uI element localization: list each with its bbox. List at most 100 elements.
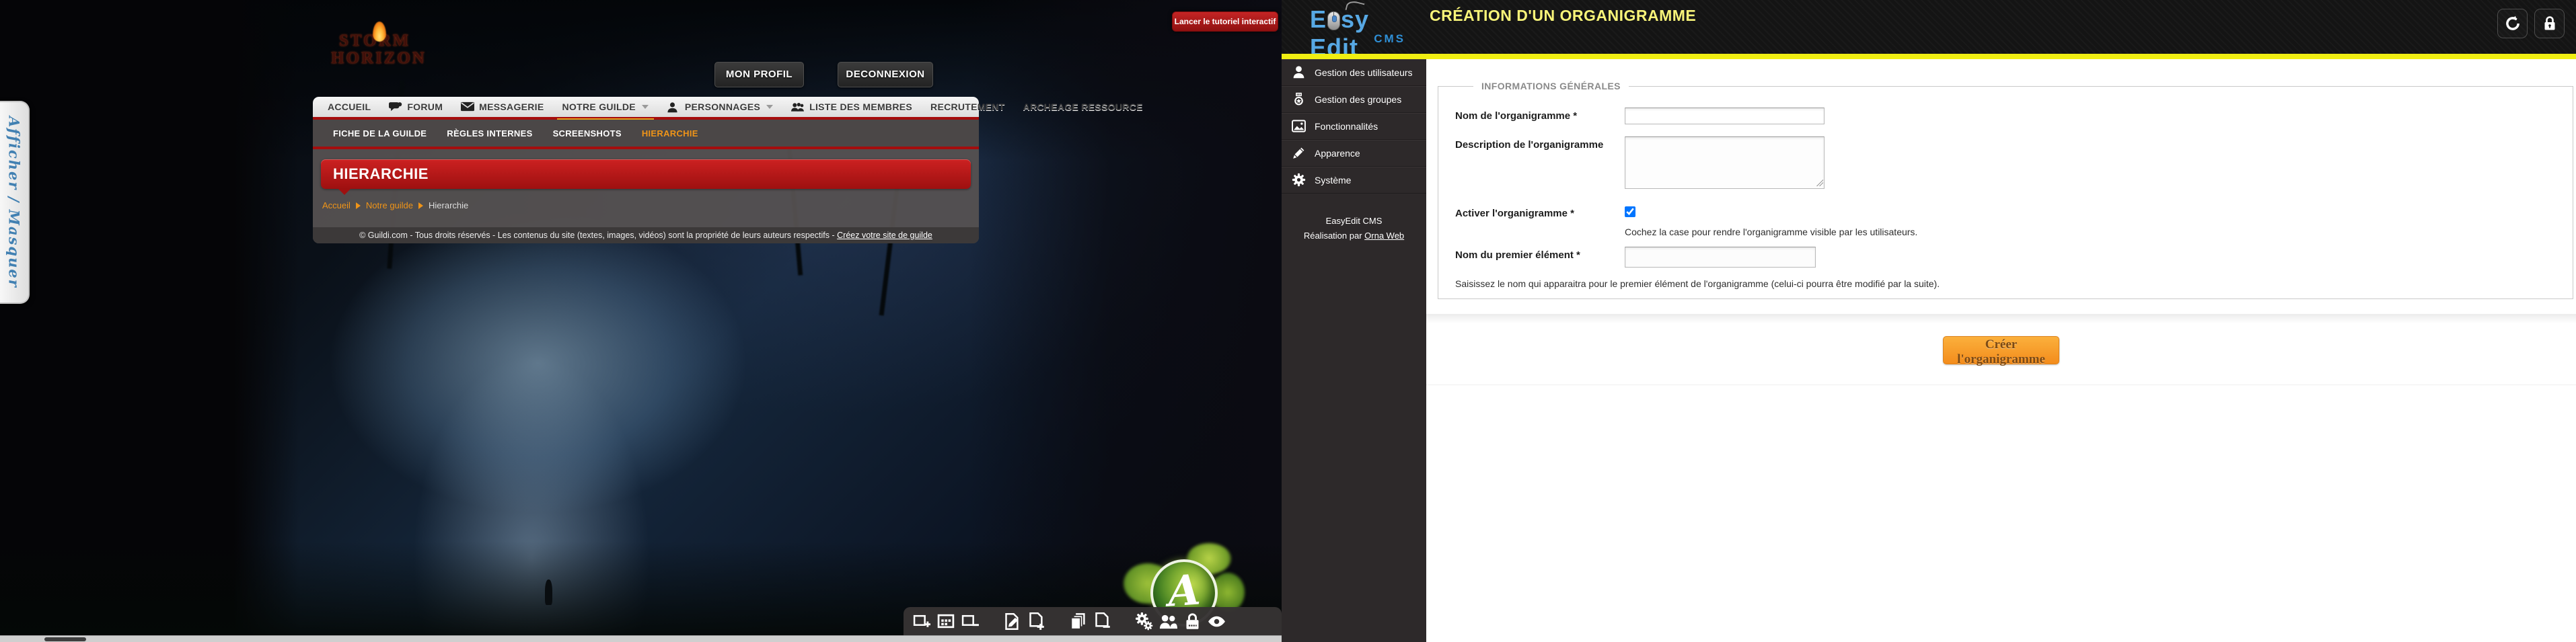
lock-button[interactable] — [2534, 9, 2565, 38]
page-edit-icon[interactable] — [1003, 612, 1021, 631]
org-desc-label: Description de l'organigramme — [1455, 139, 1604, 151]
pages-copy-icon[interactable] — [1069, 612, 1087, 631]
sidebar-item-fonctionnalites[interactable]: Fonctionnalités — [1282, 113, 1426, 140]
subnav-regles-internes[interactable]: RÈGLES INTERNES — [447, 128, 532, 138]
form-actions: Créer l'organigramme — [1426, 314, 2576, 385]
subnav-hierarchie[interactable]: HIERARCHIE — [642, 128, 698, 138]
chevron-down-icon — [766, 105, 774, 109]
form-row-description: Description de l'organigramme — [1455, 136, 2573, 189]
breadcrumb-home-link[interactable]: Accueil — [322, 200, 351, 210]
nav-item-liste-des-membres[interactable]: LISTE DES MEMBRES — [791, 95, 912, 118]
admin-sidebar: Gestion des utilisateurs Gestion des gro… — [1282, 59, 1426, 642]
refresh-button[interactable] — [2497, 9, 2528, 38]
create-org-button[interactable]: Créer l'organigramme — [1943, 336, 2059, 366]
page-title-banner: HIERARCHIE — [321, 159, 971, 189]
nav-item-accueil[interactable]: ACCUEIL — [328, 95, 371, 118]
first-element-input[interactable] — [1625, 247, 1816, 268]
my-profile-button[interactable]: MON PROFIL — [714, 62, 804, 87]
scrollbar-thumb[interactable] — [44, 637, 86, 641]
org-name-label: Nom de l'organigramme * — [1455, 110, 1578, 122]
editor-toolbar — [904, 607, 1282, 635]
banner-pointer — [338, 189, 351, 195]
breadcrumb-section-link[interactable]: Notre guilde — [366, 200, 413, 210]
people-icon — [791, 102, 805, 112]
guild-logo-line2: HORIZON — [331, 49, 427, 67]
first-element-label: Nom du premier élément * — [1455, 249, 1580, 261]
nav-item-messagerie[interactable]: MESSAGERIE — [461, 95, 544, 118]
zone-remove-icon[interactable] — [961, 612, 980, 631]
guild-logo: STORM HORIZON — [331, 22, 445, 75]
sidebar-item-gestion-utilisateurs[interactable]: Gestion des utilisateurs — [1282, 59, 1426, 86]
nav-item-forum[interactable]: FORUM — [389, 95, 443, 118]
admin-header: Esy Edit CMS CRÉATION D'UN ORGANIGRAMME — [1282, 0, 2576, 61]
show-hide-toggle-tab[interactable]: Afficher / Masquer — [0, 101, 30, 304]
users-icon[interactable] — [1159, 612, 1177, 631]
person-icon — [667, 102, 680, 113]
sidebar-item-apparence[interactable]: Apparence — [1282, 140, 1426, 167]
org-desc-textarea[interactable] — [1625, 136, 1825, 189]
image-icon — [1292, 119, 1306, 133]
sidebar-item-systeme[interactable]: Système — [1282, 167, 1426, 194]
nav-item-personnages[interactable]: PERSONNAGES — [667, 95, 774, 118]
refresh-icon — [2505, 15, 2519, 30]
eye-icon[interactable] — [1208, 612, 1226, 631]
general-info-fieldset: INFORMATIONS GÉNÉRALES Nom de l'organigr… — [1438, 81, 2573, 299]
org-active-checkbox[interactable] — [1625, 206, 1635, 217]
flame-icon — [373, 22, 386, 42]
subnav-fiche-de-la-guilde[interactable]: FICHE DE LA GUILDE — [333, 128, 427, 138]
sidebar-item-gestion-groupes[interactable]: Gestion des groupes — [1282, 86, 1426, 113]
mouse-icon — [1327, 11, 1341, 30]
envelope-icon — [461, 102, 475, 112]
page-add-icon[interactable] — [1027, 612, 1045, 631]
nav-item-notre-guilde[interactable]: NOTRE GUILDE — [556, 95, 655, 121]
org-active-label: Activer l'organigramme * — [1455, 208, 1574, 219]
gears-icon[interactable] — [1135, 612, 1153, 631]
character-silhouette — [545, 579, 552, 605]
logout-button[interactable]: DECONNEXION — [838, 62, 933, 87]
nav-item-recrutement[interactable]: RECRUTEMENT — [930, 95, 1005, 118]
org-active-help: Cochez la case pour rendre l'organigramm… — [1625, 227, 1918, 237]
fieldset-legend: INFORMATIONS GÉNÉRALES — [1481, 81, 1621, 91]
easyedit-logo-sub: CMS — [1374, 32, 1405, 45]
org-name-input[interactable] — [1625, 108, 1825, 124]
site-sub-nav: FICHE DE LA GUILDE RÈGLES INTERNES SCREE… — [313, 120, 979, 149]
admin-panel-region: Esy Edit CMS CRÉATION D'UN ORGANIGRAMME … — [1282, 0, 2576, 642]
chat-icon — [389, 102, 402, 112]
form-row-active: Activer l'organigramme * Cochez la case … — [1455, 205, 2573, 237]
breadcrumb-current: Hierarchie — [429, 200, 469, 210]
breadcrumb-arrow-icon — [355, 202, 361, 209]
horizontal-scrollbar[interactable] — [0, 635, 1282, 642]
site-main-nav: ACCUEIL FORUM MESSAGERIE NOTRE GUILDE PE… — [313, 95, 1142, 121]
sidebar-footer-line1: EasyEdit CMS — [1325, 216, 1383, 226]
admin-content: INFORMATIONS GÉNÉRALES Nom de l'organigr… — [1426, 59, 2576, 642]
admin-page-title: CRÉATION D'UN ORGANIGRAMME — [1430, 7, 1697, 24]
lock-icon — [2544, 16, 2554, 30]
medal-icon — [1292, 92, 1306, 106]
guild-logo-line1: STORM — [339, 32, 411, 50]
user-icon — [1292, 65, 1306, 79]
orna-web-link[interactable]: Orna Web — [1364, 231, 1404, 241]
page-remove-icon[interactable] — [1093, 612, 1111, 631]
archeage-letter: A — [1166, 565, 1202, 616]
zone-add-icon[interactable] — [913, 612, 931, 631]
site-content-panel: HIERARCHIE Accueil Notre guilde Hierarch… — [313, 149, 979, 243]
pencil-icon — [1292, 146, 1306, 160]
screenshot-root: Afficher / Masquer Lancer le tutoriel in… — [0, 0, 2576, 642]
layout-grid-icon[interactable] — [937, 612, 955, 631]
launch-tutorial-button[interactable]: Lancer le tutoriel interactif — [1172, 11, 1278, 32]
first-element-help: Saisissez le nom qui apparaitra pour le … — [1455, 278, 1940, 289]
site-preview-region: Afficher / Masquer Lancer le tutoriel in… — [0, 0, 1282, 642]
breadcrumb: Accueil Notre guilde Hierarchie — [322, 200, 468, 210]
gear-icon — [1292, 173, 1306, 187]
form-row-name: Nom de l'organigramme * — [1455, 108, 2573, 124]
create-guild-site-link[interactable]: Créez votre site de guilde — [837, 231, 932, 240]
easyedit-logo: Esy Edit CMS — [1310, 0, 1418, 61]
yellow-divider — [1282, 54, 2576, 59]
lock-code-icon[interactable] — [1183, 612, 1202, 631]
sidebar-footer: EasyEdit CMS Réalisation par Orna Web — [1282, 214, 1426, 243]
form-row-first-element: Nom du premier élément * — [1455, 247, 2573, 268]
show-hide-label: Afficher / Masquer — [5, 116, 23, 288]
chevron-down-icon — [641, 105, 649, 109]
nav-item-archeage-ressource[interactable]: ARCHEAGE RESSOURCE — [1023, 95, 1143, 118]
subnav-screenshots[interactable]: SCREENSHOTS — [553, 128, 622, 138]
